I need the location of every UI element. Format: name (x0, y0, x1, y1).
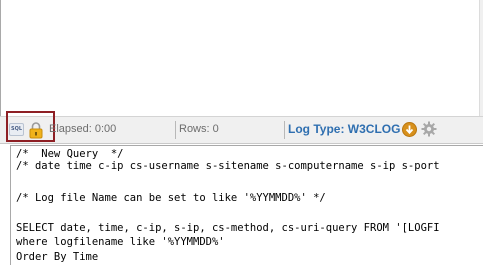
sql-icon[interactable]: SQL (9, 123, 24, 136)
row-count: Rows: 0 (179, 123, 219, 135)
results-pane (0, 0, 483, 116)
gear-icon[interactable] (421, 121, 437, 137)
results-scrollbar[interactable] (479, 0, 483, 116)
code-line: where logfilename like '%YYMMDD%' (16, 236, 225, 248)
log-type-selector[interactable]: Log Type: W3CLOG (288, 122, 400, 136)
code-line: SELECT date, time, c-ip, s-ip, cs-method… (16, 222, 440, 234)
status-bar: SQL Elapsed: 0:00 Rows: 0 Log Type: W3CL… (0, 111, 483, 144)
status-divider (284, 121, 285, 139)
code-line: /* Log file Name can be set to like '%YY… (16, 192, 326, 204)
elapsed-time: Elapsed: 0:00 (49, 123, 117, 135)
arrow-down-circle-icon[interactable] (402, 122, 417, 137)
status-divider (175, 121, 176, 139)
code-line: /* date time c-ip cs-username s-sitename… (16, 160, 440, 172)
code-line: /* New Query */ (16, 148, 124, 160)
query-editor[interactable]: /* New Query */ /* date time c-ip cs-use… (10, 145, 483, 265)
lock-icon[interactable] (28, 121, 44, 139)
code-line: Order By Time (16, 251, 99, 263)
